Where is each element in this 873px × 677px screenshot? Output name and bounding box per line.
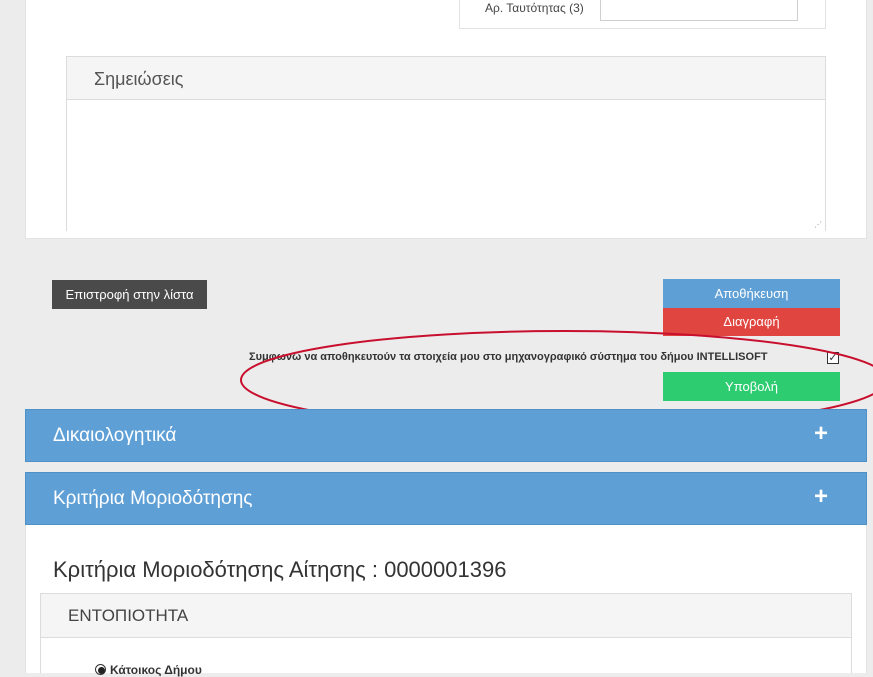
notes-title: Σημειώσεις xyxy=(94,69,184,89)
notes-textarea[interactable]: ⋰ xyxy=(67,100,825,231)
back-to-list-button[interactable]: Επιστροφή στην λίστα xyxy=(52,280,207,309)
locality-panel: ΕΝΤΟΠΙΟΤΗΤΑ Κάτοικος Δήμου xyxy=(40,593,852,677)
id-number-label: Αρ. Ταυτότητας (3) xyxy=(485,1,584,15)
consent-checkbox[interactable]: ✓ xyxy=(827,352,839,364)
criteria-heading: Κριτήρια Μοριοδότησης Αίτησης : 00000013… xyxy=(53,557,507,582)
notes-header: Σημειώσεις xyxy=(67,57,825,100)
resident-radio-label: Κάτοικος Δήμου xyxy=(110,663,202,677)
accordion-criteria-title: Κριτήρια Μοριοδότησης xyxy=(53,488,253,509)
locality-title: ΕΝΤΟΠΙΟΤΗΤΑ xyxy=(68,606,189,625)
consent-label: Συμφωνώ να αποθηκευτούν τα στοιχεία μου … xyxy=(249,351,768,363)
save-button[interactable]: Αποθήκευση xyxy=(663,279,840,308)
id-number-input[interactable] xyxy=(600,0,798,21)
accordion-criteria[interactable]: Κριτήρια Μοριοδότησης + xyxy=(25,472,867,525)
notes-panel: Σημειώσεις ⋰ xyxy=(66,56,826,231)
plus-icon[interactable]: + xyxy=(814,483,828,511)
accordion-documents[interactable]: Δικαιολογητικά + xyxy=(25,409,867,462)
plus-icon[interactable]: + xyxy=(814,420,828,448)
locality-header: ΕΝΤΟΠΙΟΤΗΤΑ xyxy=(41,594,851,638)
resize-grip-icon[interactable]: ⋰ xyxy=(814,220,823,229)
accordion-documents-title: Δικαιολογητικά xyxy=(53,425,177,446)
submit-button[interactable]: Υποβολή xyxy=(663,372,840,401)
delete-button[interactable]: Διαγραφή xyxy=(663,308,840,336)
resident-radio[interactable] xyxy=(95,664,106,675)
